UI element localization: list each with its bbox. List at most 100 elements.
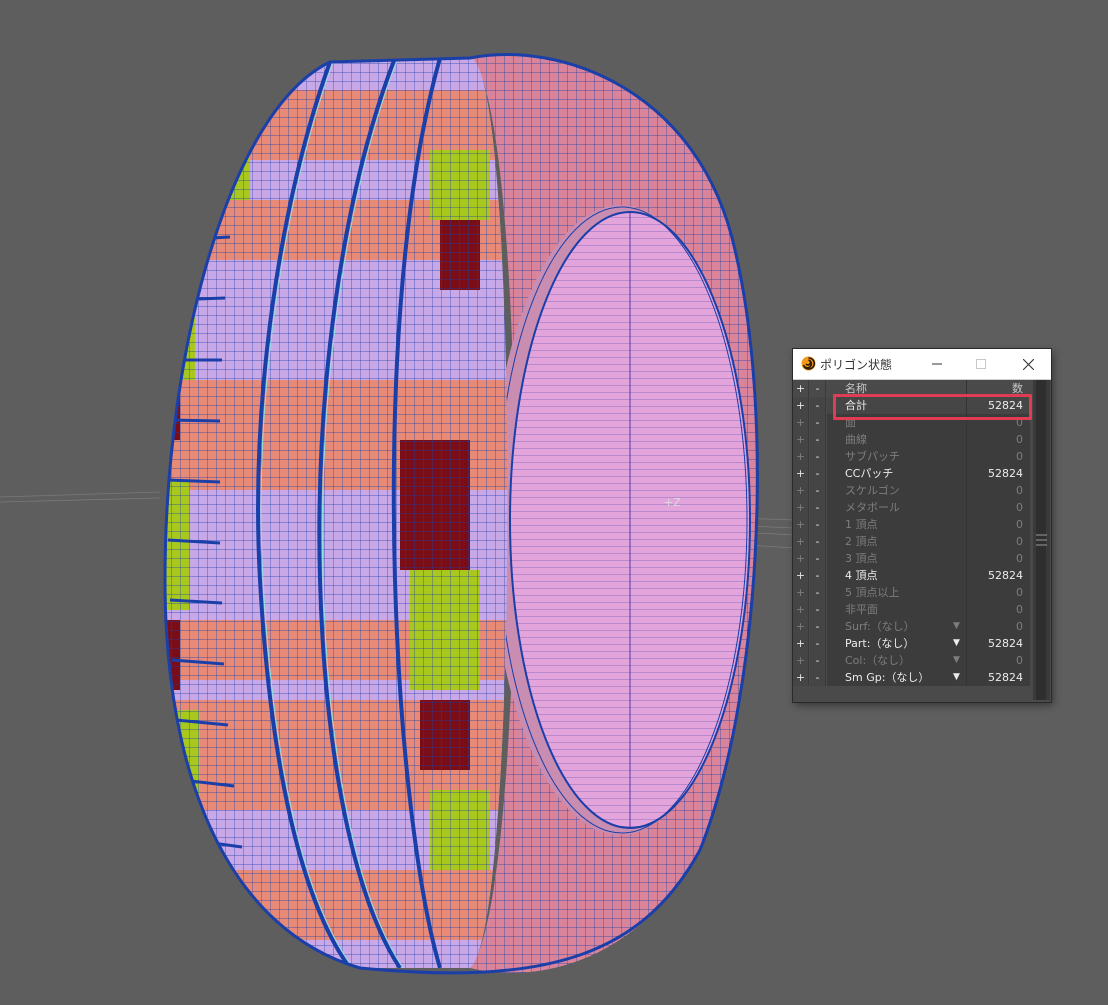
row-minus-button[interactable]: - bbox=[810, 635, 826, 652]
row-plus-button[interactable]: + bbox=[793, 448, 809, 465]
row-name: メタボール bbox=[827, 499, 967, 516]
header-minus[interactable]: - bbox=[810, 380, 826, 397]
row-name: Sm Gp:（なし） bbox=[827, 669, 967, 686]
row-count: 0 bbox=[967, 482, 1030, 499]
header-plus[interactable]: + bbox=[793, 380, 809, 397]
row-name: Col:（なし） bbox=[827, 652, 967, 669]
table-row[interactable]: + -1 頂点 0 bbox=[793, 516, 1033, 533]
row-count: 0 bbox=[967, 533, 1030, 550]
row-count: 0 bbox=[967, 618, 1030, 635]
table-row[interactable]: + - Col:（なし） 0 ▼ bbox=[793, 652, 1033, 669]
table-row[interactable]: + - メタボール 0 bbox=[793, 499, 1033, 516]
row-plus-button[interactable]: + bbox=[793, 533, 809, 550]
row-count: 0 bbox=[967, 431, 1030, 448]
row-plus-button[interactable]: + bbox=[793, 601, 809, 618]
row-count: 52824 bbox=[967, 465, 1030, 482]
table-row[interactable]: + -4 頂点 52824 bbox=[793, 567, 1033, 584]
highlight-annotation bbox=[833, 394, 1032, 420]
table-row[interactable]: + - CCパッチ 52824 bbox=[793, 465, 1033, 482]
row-plus-button[interactable]: + bbox=[793, 465, 809, 482]
row-name: 4 頂点 bbox=[827, 567, 967, 584]
row-name: CCパッチ bbox=[827, 465, 967, 482]
row-plus-button[interactable]: + bbox=[793, 482, 809, 499]
table-row[interactable]: + -2 頂点 0 bbox=[793, 533, 1033, 550]
row-name: 曲線 bbox=[827, 431, 967, 448]
row-minus-button[interactable]: - bbox=[810, 618, 826, 635]
row-plus-button[interactable]: + bbox=[793, 669, 809, 686]
chevron-down-icon[interactable]: ▼ bbox=[953, 669, 960, 686]
row-plus-button[interactable]: + bbox=[793, 516, 809, 533]
row-plus-button[interactable]: + bbox=[793, 567, 809, 584]
row-minus-button[interactable]: - bbox=[810, 465, 826, 482]
row-plus-button[interactable]: + bbox=[793, 414, 809, 431]
row-plus-button[interactable]: + bbox=[793, 652, 809, 669]
row-count: 52824 bbox=[967, 635, 1030, 652]
lightwave-logo-icon bbox=[801, 356, 816, 371]
row-count: 0 bbox=[967, 652, 1030, 669]
table-row[interactable]: + -5 頂点以上 0 bbox=[793, 584, 1033, 601]
chevron-down-icon[interactable]: ▼ bbox=[953, 635, 960, 652]
scrollbar[interactable] bbox=[1033, 380, 1050, 700]
row-minus-button[interactable]: - bbox=[810, 652, 826, 669]
row-minus-button[interactable]: - bbox=[810, 482, 826, 499]
row-minus-button[interactable]: - bbox=[810, 516, 826, 533]
minimize-icon bbox=[932, 363, 942, 365]
row-name: Part:（なし） bbox=[827, 635, 967, 652]
maximize-button[interactable] bbox=[959, 349, 1003, 379]
row-minus-button[interactable]: - bbox=[810, 431, 826, 448]
close-icon bbox=[1022, 358, 1034, 370]
row-minus-button[interactable]: - bbox=[810, 550, 826, 567]
row-count: 52824 bbox=[967, 567, 1030, 584]
row-name: 非平面 bbox=[827, 601, 967, 618]
table-row[interactable]: + - 曲線 0 bbox=[793, 431, 1033, 448]
row-plus-button[interactable]: + bbox=[793, 397, 809, 414]
row-count: 0 bbox=[967, 584, 1030, 601]
panel-title: ポリゴン状態 bbox=[820, 358, 893, 372]
maximize-icon bbox=[976, 359, 986, 369]
row-minus-button[interactable]: - bbox=[810, 669, 826, 686]
row-minus-button[interactable]: - bbox=[810, 499, 826, 516]
table-row[interactable]: + - Part:（なし） 52824 ▼ bbox=[793, 635, 1033, 652]
table-row[interactable]: + - サブパッチ 0 bbox=[793, 448, 1033, 465]
chevron-down-icon[interactable]: ▼ bbox=[953, 652, 960, 669]
row-plus-button[interactable]: + bbox=[793, 550, 809, 567]
row-count: 0 bbox=[967, 550, 1030, 567]
row-count: 0 bbox=[967, 448, 1030, 465]
row-plus-button[interactable]: + bbox=[793, 635, 809, 652]
table-row[interactable]: + - スケルゴン 0 bbox=[793, 482, 1033, 499]
row-name: 2 頂点 bbox=[827, 533, 967, 550]
row-minus-button[interactable]: - bbox=[810, 601, 826, 618]
row-minus-button[interactable]: - bbox=[810, 533, 826, 550]
tire-inner-hole bbox=[490, 205, 751, 835]
z-axis-label: +Z bbox=[664, 496, 681, 509]
row-minus-button[interactable]: - bbox=[810, 584, 826, 601]
row-plus-button[interactable]: + bbox=[793, 584, 809, 601]
table-row[interactable]: + - 非平面 0 bbox=[793, 601, 1033, 618]
row-name: 1 頂点 bbox=[827, 516, 967, 533]
stats-table: + - 名称 数 + - 合計 52824 + - 面 0 + - 曲線 0 + - サブパッチ 0 + - CCパ… bbox=[793, 380, 1033, 686]
panel-titlebar[interactable]: ポリゴン状態 bbox=[793, 349, 1051, 380]
row-name: サブパッチ bbox=[827, 448, 967, 465]
row-count: 0 bbox=[967, 601, 1030, 618]
table-row[interactable]: + -3 頂点 0 bbox=[793, 550, 1033, 567]
chevron-down-icon[interactable]: ▼ bbox=[953, 618, 960, 635]
tire-tread bbox=[165, 58, 508, 968]
scroll-grip-icon bbox=[1036, 534, 1047, 546]
table-row[interactable]: + - Surf:（なし） 0 ▼ bbox=[793, 618, 1033, 635]
row-plus-button[interactable]: + bbox=[793, 499, 809, 516]
row-name: 3 頂点 bbox=[827, 550, 967, 567]
close-button[interactable] bbox=[1006, 349, 1050, 379]
row-minus-button[interactable]: - bbox=[810, 448, 826, 465]
table-row[interactable]: + - Sm Gp:（なし） 52824 ▼ bbox=[793, 669, 1033, 686]
row-count: 0 bbox=[967, 499, 1030, 516]
row-count: 52824 bbox=[967, 669, 1030, 686]
row-name: Surf:（なし） bbox=[827, 618, 967, 635]
row-name: スケルゴン bbox=[827, 482, 967, 499]
minimize-button[interactable] bbox=[915, 349, 959, 379]
row-count: 0 bbox=[967, 516, 1030, 533]
row-plus-button[interactable]: + bbox=[793, 431, 809, 448]
row-minus-button[interactable]: - bbox=[810, 414, 826, 431]
row-minus-button[interactable]: - bbox=[810, 397, 826, 414]
row-plus-button[interactable]: + bbox=[793, 618, 809, 635]
row-minus-button[interactable]: - bbox=[810, 567, 826, 584]
